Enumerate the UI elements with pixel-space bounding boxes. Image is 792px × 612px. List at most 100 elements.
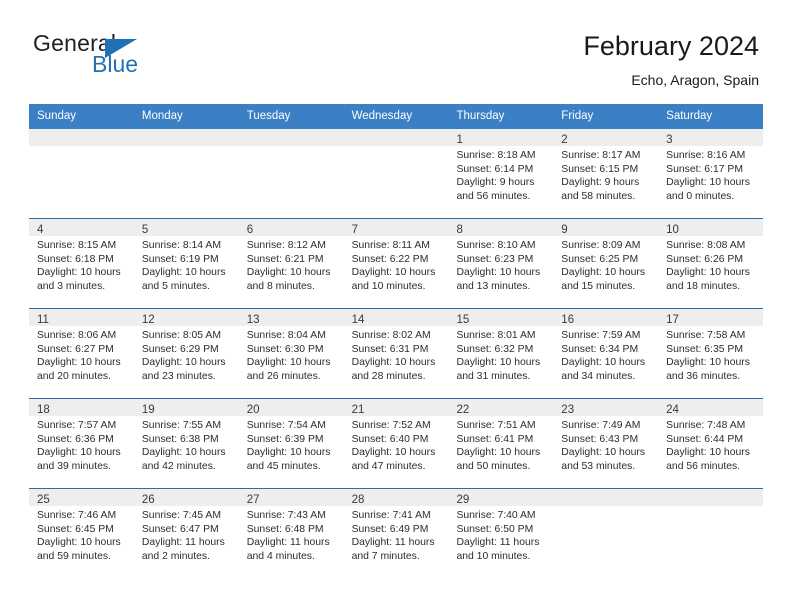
day-number-band: 22	[448, 399, 554, 416]
daylight-text-cont: and 10 minutes.	[351, 280, 426, 292]
sunrise-text: Sunrise: 8:02 AM	[351, 330, 431, 341]
calendar-page: General Blue February 2024 Echo, Aragon,…	[0, 0, 792, 612]
day-number-band: 23	[553, 399, 659, 416]
sunset-text: Sunset: 6:50 PM	[456, 523, 534, 535]
calendar-day-cell[interactable]: 17 Sunrise: 7:58 AM Sunset: 6:35 PM Dayligh…	[658, 309, 764, 398]
calendar-day-cell[interactable]: 4 Sunrise: 8:15 AM Sunset: 6:18 PM Daylight…	[29, 219, 134, 308]
calendar-day-cell[interactable]: 11 Sunrise: 8:06 AM Sunset: 6:27 PM Dayligh…	[29, 309, 134, 398]
day-details: Sunrise: 8:10 AM Sunset: 6:23 PM Daylight:…	[448, 236, 553, 293]
day-number-band: 26	[133, 489, 239, 506]
daylight-text-cont: and 31 minutes.	[456, 370, 531, 382]
day-details: Sunrise: 7:46 AM Sunset: 6:45 PM Daylight:…	[29, 506, 134, 563]
calendar-day-cell[interactable]: 7 Sunrise: 8:11 AM Sunset: 6:22 PM Daylight…	[343, 219, 449, 308]
day-details	[239, 146, 344, 149]
calendar-day-cell[interactable]: 3 Sunrise: 8:16 AM Sunset: 6:17 PM Daylight…	[658, 129, 764, 218]
calendar-day-cell[interactable]: 12 Sunrise: 8:05 AM Sunset: 6:29 PM Dayligh…	[133, 309, 239, 398]
day-details: Sunrise: 7:43 AM Sunset: 6:48 PM Daylight:…	[239, 506, 344, 563]
daylight-text-cont: and 5 minutes.	[141, 280, 211, 292]
calendar-day-cell[interactable]: 18 Sunrise: 7:57 AM Sunset: 6:36 PM Dayligh…	[29, 399, 134, 488]
day-number: 8	[456, 224, 463, 236]
sunset-text: Sunset: 6:47 PM	[141, 523, 219, 535]
sunrise-text: Sunrise: 7:55 AM	[141, 420, 221, 431]
day-number: 1	[456, 134, 463, 146]
daylight-text: Daylight: 10 hours	[456, 267, 541, 279]
calendar-day-cell[interactable]: 5 Sunrise: 8:14 AM Sunset: 6:19 PM Daylight…	[133, 219, 239, 308]
sunset-text: Sunset: 6:32 PM	[456, 343, 534, 355]
calendar-day-cell[interactable]: 15 Sunrise: 8:01 AM Sunset: 6:32 PM Dayligh…	[448, 309, 554, 398]
day-details: Sunrise: 8:09 AM Sunset: 6:25 PM Daylight:…	[553, 236, 658, 293]
day-number: 6	[246, 224, 254, 236]
calendar-day-cell[interactable]: 28 Sunrise: 7:41 AM Sunset: 6:49 PM Dayligh…	[343, 489, 449, 578]
sunrise-text: Sunrise: 8:12 AM	[246, 240, 326, 251]
calendar-week-row: 25 Sunrise: 7:46 AM Sunset: 6:45 PM Dayligh…	[29, 488, 764, 578]
day-number: 23	[561, 404, 575, 416]
day-details: Sunrise: 7:54 AM Sunset: 6:39 PM Daylight:…	[239, 416, 344, 473]
sunrise-text: Sunrise: 8:04 AM	[246, 330, 326, 341]
day-number: 20	[246, 404, 260, 416]
day-number-band: 3	[658, 129, 764, 146]
sunrise-text: Sunrise: 7:40 AM	[456, 510, 536, 521]
day-details	[344, 146, 449, 149]
calendar-day-cell[interactable]: 10 Sunrise: 8:08 AM Sunset: 6:26 PM Dayligh…	[658, 219, 764, 308]
day-details: Sunrise: 8:11 AM Sunset: 6:22 PM Daylight:…	[344, 236, 449, 293]
day-number-band: 14	[343, 309, 449, 326]
calendar-day-cell[interactable]: 23 Sunrise: 7:49 AM Sunset: 6:43 PM Dayligh…	[553, 399, 659, 488]
calendar-day-cell[interactable]: 16 Sunrise: 7:59 AM Sunset: 6:34 PM Dayligh…	[553, 309, 659, 398]
day-number-band: 11	[29, 309, 134, 326]
calendar-day-cell[interactable]: 19 Sunrise: 7:55 AM Sunset: 6:38 PM Dayligh…	[133, 399, 239, 488]
sunset-text: Sunset: 6:49 PM	[351, 523, 429, 535]
day-details: Sunrise: 7:58 AM Sunset: 6:35 PM Daylight:…	[658, 326, 763, 383]
day-details: Sunrise: 8:01 AM Sunset: 6:32 PM Daylight:…	[448, 326, 553, 383]
daylight-text-cont: and 45 minutes.	[246, 460, 321, 472]
day-number-band	[658, 489, 764, 506]
sunset-text: Sunset: 6:35 PM	[666, 343, 743, 355]
daylight-text-cont: and 39 minutes.	[37, 460, 111, 472]
calendar-day-cell[interactable]: 20 Sunrise: 7:54 AM Sunset: 6:39 PM Dayligh…	[238, 399, 344, 488]
sunrise-text: Sunrise: 7:54 AM	[246, 420, 326, 431]
day-number-band	[553, 489, 659, 506]
calendar-day-cell[interactable]: 13 Sunrise: 8:04 AM Sunset: 6:30 PM Dayligh…	[238, 309, 344, 398]
daylight-text-cont: and 56 minutes.	[456, 190, 531, 202]
day-details: Sunrise: 7:41 AM Sunset: 6:49 PM Daylight:…	[344, 506, 449, 563]
calendar-day-cell[interactable]: 6 Sunrise: 8:12 AM Sunset: 6:21 PM Daylight…	[238, 219, 344, 308]
day-number: 10	[666, 224, 679, 236]
calendar-day-cell[interactable]: 26 Sunrise: 7:45 AM Sunset: 6:47 PM Dayligh…	[133, 489, 239, 578]
calendar-day-cell[interactable]: 25 Sunrise: 7:46 AM Sunset: 6:45 PM Dayligh…	[29, 489, 134, 578]
day-number-band	[238, 129, 344, 146]
calendar-day-cell[interactable]: 24 Sunrise: 7:48 AM Sunset: 6:44 PM Dayligh…	[658, 399, 764, 488]
weekday-header-sunday: Sunday	[37, 110, 77, 122]
day-number: 16	[561, 314, 575, 326]
calendar-day-cell[interactable]: 1 Sunrise: 8:18 AM Sunset: 6:14 PM Daylight…	[448, 129, 554, 218]
calendar-day-cell[interactable]: 22 Sunrise: 7:51 AM Sunset: 6:41 PM Dayligh…	[448, 399, 554, 488]
calendar-day-cell[interactable]: 9 Sunrise: 8:09 AM Sunset: 6:25 PM Daylight…	[553, 219, 659, 308]
day-details: Sunrise: 8:05 AM Sunset: 6:29 PM Daylight:…	[134, 326, 239, 383]
calendar-week-row: 18 Sunrise: 7:57 AM Sunset: 6:36 PM Dayligh…	[29, 398, 764, 488]
day-number-band: 17	[658, 309, 764, 326]
daylight-text-cont: and 53 minutes.	[561, 460, 636, 472]
daylight-text-cont: and 26 minutes.	[246, 370, 321, 382]
daylight-text-cont: and 23 minutes.	[141, 370, 216, 382]
sunset-text: Sunset: 6:34 PM	[561, 343, 639, 355]
calendar-day-cell[interactable]: 27 Sunrise: 7:43 AM Sunset: 6:48 PM Dayligh…	[238, 489, 344, 578]
calendar-day-cell[interactable]: 29 Sunrise: 7:40 AM Sunset: 6:50 PM Dayligh…	[448, 489, 554, 578]
day-details: Sunrise: 7:45 AM Sunset: 6:47 PM Daylight:…	[134, 506, 239, 563]
calendar-day-cell[interactable]: 2 Sunrise: 8:17 AM Sunset: 6:15 PM Daylight…	[553, 129, 659, 218]
day-details: Sunrise: 8:14 AM Sunset: 6:19 PM Daylight:…	[134, 236, 239, 293]
calendar-day-cell[interactable]: 21 Sunrise: 7:52 AM Sunset: 6:40 PM Dayligh…	[343, 399, 449, 488]
day-number-band	[29, 129, 134, 146]
page-subtitle: Echo, Aragon, Spain	[631, 72, 759, 88]
sunrise-text: Sunrise: 7:52 AM	[351, 420, 431, 431]
daylight-text: Daylight: 11 hours	[141, 537, 225, 549]
day-details: Sunrise: 7:49 AM Sunset: 6:43 PM Daylight:…	[553, 416, 658, 473]
calendar-day-cell[interactable]: 8 Sunrise: 8:10 AM Sunset: 6:23 PM Daylight…	[448, 219, 554, 308]
sunrise-text: Sunrise: 8:05 AM	[141, 330, 221, 341]
calendar-day-cell[interactable]: 14 Sunrise: 8:02 AM Sunset: 6:31 PM Dayligh…	[343, 309, 449, 398]
daylight-text: Daylight: 10 hours	[666, 267, 750, 279]
day-number-band: 4	[29, 219, 134, 236]
day-details: Sunrise: 8:06 AM Sunset: 6:27 PM Daylight:…	[29, 326, 134, 383]
day-number-band: 24	[658, 399, 764, 416]
daylight-text-cont: and 3 minutes.	[37, 280, 106, 292]
day-number: 27	[246, 494, 260, 506]
daylight-text: Daylight: 11 hours	[456, 537, 540, 549]
sunrise-text: Sunrise: 7:46 AM	[37, 510, 117, 521]
